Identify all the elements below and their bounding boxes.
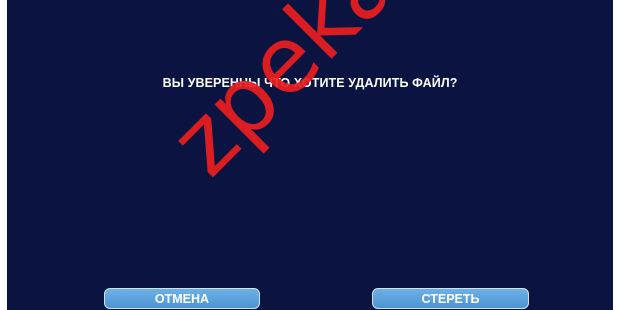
delete-button[interactable]: СТЕРЕТЬ <box>372 288 529 309</box>
confirm-message: ВЫ УВЕРЕННЫ ЧТО ХОТИТЕ УДАЛИТЬ ФАЙЛ? <box>162 76 458 90</box>
cancel-button[interactable]: ОТМЕНА <box>104 288 260 309</box>
delete-confirm-dialog: ВЫ УВЕРЕННЫ ЧТО ХОТИТЕ УДАЛИТЬ ФАЙЛ? ОТМ… <box>7 0 613 310</box>
